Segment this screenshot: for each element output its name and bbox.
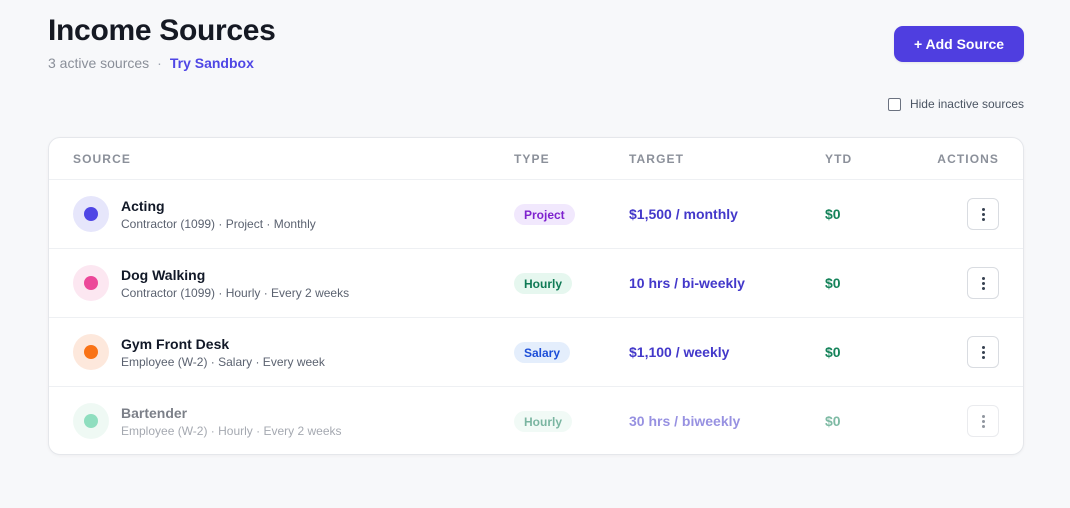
row-actions-button[interactable] xyxy=(967,405,999,437)
hide-inactive-checkbox[interactable] xyxy=(887,97,901,111)
ytd-value: $0 xyxy=(825,344,841,360)
active-count: 3 active sources xyxy=(48,55,150,71)
column-header-source: SOURCE xyxy=(73,152,131,166)
target-value: $1,500 / monthly xyxy=(629,206,738,222)
table-row[interactable]: Gym Front Desk Employee (W-2) · Salary ·… xyxy=(49,318,1023,387)
source-meta: Contractor (1099) · Project · Monthly xyxy=(121,217,316,231)
source-color-dot xyxy=(84,414,98,428)
column-header-target: TARGET xyxy=(629,152,685,166)
source-name: Gym Front Desk xyxy=(121,336,230,352)
row-actions-button[interactable] xyxy=(967,267,999,299)
table-row[interactable]: Acting Contractor (1099) · Project · Mon… xyxy=(49,180,1023,249)
page-subtitle: 3 active sources · Try Sandbox xyxy=(48,55,254,71)
source-avatar xyxy=(73,403,109,439)
source-meta: Employee (W-2) · Hourly · Every 2 weeks xyxy=(121,424,342,438)
add-source-button[interactable]: + Add Source xyxy=(894,26,1024,62)
row-actions-button[interactable] xyxy=(967,336,999,368)
table-body: Acting Contractor (1099) · Project · Mon… xyxy=(49,180,1023,454)
hide-inactive-label: Hide inactive sources xyxy=(909,97,1024,111)
source-meta: Contractor (1099) · Hourly · Every 2 wee… xyxy=(121,286,350,300)
type-badge: Project xyxy=(514,204,575,225)
target-value: $1,100 / weekly xyxy=(629,344,730,360)
ytd-value: $0 xyxy=(825,413,841,429)
table-header: SOURCE TYPE TARGET YTD ACTIONS xyxy=(49,138,1023,180)
column-header-type: TYPE xyxy=(514,152,550,166)
column-header-ytd: YTD xyxy=(825,152,853,166)
separator: · xyxy=(157,55,162,71)
type-badge: Hourly xyxy=(514,273,573,294)
page-title: Income Sources xyxy=(48,14,276,47)
column-header-actions: ACTIONS xyxy=(937,152,999,166)
source-name: Dog Walking xyxy=(121,267,206,283)
target-value: 30 hrs / biweekly xyxy=(629,413,741,429)
type-badge: Hourly xyxy=(514,411,573,432)
more-vertical-icon xyxy=(981,345,985,359)
source-avatar xyxy=(73,334,109,370)
table-row[interactable]: Bartender Employee (W-2) · Hourly · Ever… xyxy=(49,387,1023,454)
more-vertical-icon xyxy=(981,414,985,428)
type-badge: Salary xyxy=(514,342,571,363)
source-name: Acting xyxy=(121,198,165,214)
source-meta: Employee (W-2) · Salary · Every week xyxy=(121,355,325,369)
hide-inactive-toggle[interactable]: Hide inactive sources xyxy=(887,97,1024,111)
try-sandbox-link[interactable]: Try Sandbox xyxy=(170,55,254,71)
source-name: Bartender xyxy=(121,405,188,421)
source-color-dot xyxy=(84,345,98,359)
row-actions-button[interactable] xyxy=(967,198,999,230)
income-sources-table: SOURCE TYPE TARGET YTD ACTIONS Acting Co… xyxy=(48,137,1024,455)
more-vertical-icon xyxy=(981,276,985,290)
more-vertical-icon xyxy=(981,207,985,221)
source-avatar xyxy=(73,265,109,301)
ytd-value: $0 xyxy=(825,206,841,222)
ytd-value: $0 xyxy=(825,275,841,291)
source-color-dot xyxy=(84,276,98,290)
target-value: 10 hrs / bi-weekly xyxy=(629,275,745,291)
table-row[interactable]: Dog Walking Contractor (1099) · Hourly ·… xyxy=(49,249,1023,318)
source-avatar xyxy=(73,196,109,232)
source-color-dot xyxy=(84,207,98,221)
